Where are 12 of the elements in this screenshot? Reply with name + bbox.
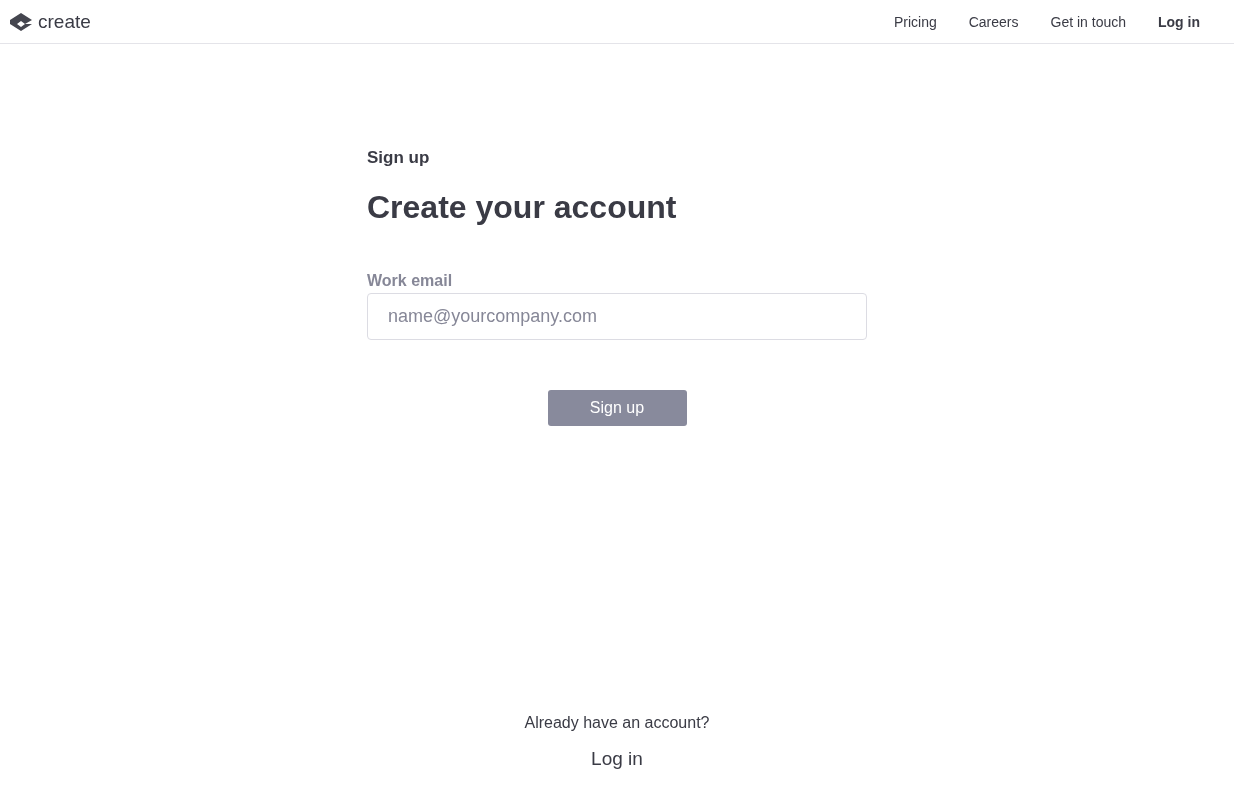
logo[interactable]: create bbox=[38, 10, 91, 33]
account-prompt: Already have an account? bbox=[524, 714, 710, 732]
email-field[interactable]: name@yourcompany.com bbox=[367, 293, 867, 340]
nav-link[interactable]: Get in touch bbox=[1050, 13, 1126, 30]
log-in-link[interactable]: Log in bbox=[591, 748, 643, 770]
nav-link[interactable]: Log in bbox=[1158, 13, 1200, 30]
eyebrow-text: Sign up bbox=[367, 148, 431, 168]
page-title: Create your account bbox=[367, 189, 678, 226]
logo-icon bbox=[9, 11, 33, 32]
nav-link[interactable]: Pricing bbox=[893, 13, 937, 30]
field-label: Work email bbox=[367, 272, 454, 290]
nav-link[interactable]: Careers bbox=[968, 13, 1019, 30]
